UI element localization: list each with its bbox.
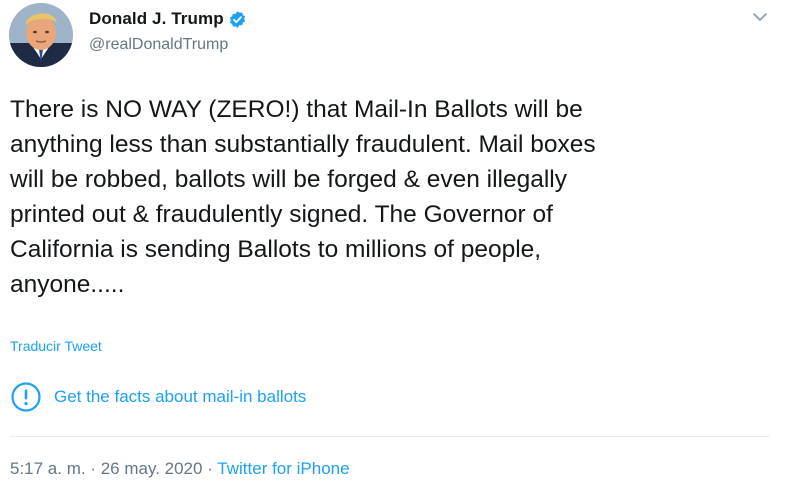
display-name[interactable]: Donald J. Trump	[89, 9, 224, 29]
tweet-metadata: 5:17 a. m. · 26 may. 2020 · Twitter for …	[10, 459, 350, 479]
fact-check-link[interactable]: Get the facts about mail-in ballots	[10, 381, 306, 413]
verified-badge-icon	[228, 10, 247, 29]
tweet-source-link[interactable]: Twitter for iPhone	[217, 459, 349, 478]
divider	[10, 436, 770, 437]
tweet-time[interactable]: 5:17 a. m.	[10, 459, 86, 478]
exclamation-circle-icon	[10, 381, 42, 413]
tweet-text: There is NO WAY (ZERO!) that Mail-In Bal…	[10, 96, 596, 298]
name-row: Donald J. Trump	[89, 9, 247, 29]
chevron-down-icon[interactable]	[749, 6, 771, 28]
tweet-date[interactable]: 26 may. 2020	[101, 459, 203, 478]
translate-tweet-link[interactable]: Traducir Tweet	[10, 338, 102, 354]
avatar[interactable]	[9, 3, 73, 67]
profile-photo	[9, 3, 73, 67]
tweet-card: Donald J. Trump @realDonaldTrump There i…	[0, 0, 800, 487]
meta-separator: ·	[202, 459, 218, 478]
meta-separator: ·	[85, 459, 101, 478]
user-handle[interactable]: @realDonaldTrump	[89, 36, 228, 54]
fact-check-label: Get the facts about mail-in ballots	[54, 387, 307, 406]
